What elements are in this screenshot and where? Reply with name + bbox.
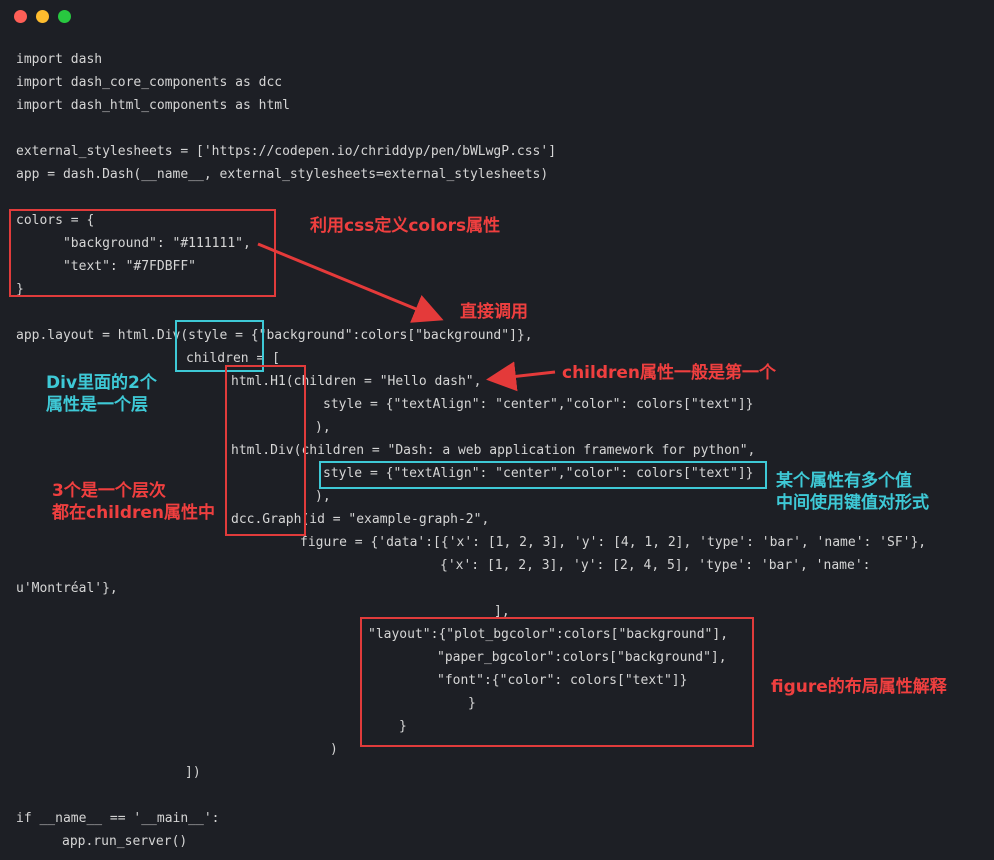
annotation-multi-values: 某个属性有多个值 中间使用键值对形式: [776, 471, 929, 513]
annotation-three-levels: 3个是一个层次 都在children属性中: [52, 481, 216, 523]
annotation-children-first: children属性一般是第一个: [562, 363, 777, 383]
annotation-div-two-attrs: Div里面的2个 属性是一个层: [46, 373, 157, 415]
arrow-to-children: [486, 361, 556, 392]
annotation-css-colors: 利用css定义colors属性: [310, 216, 501, 236]
arrow-to-direct-call: [257, 242, 444, 323]
annotation-figure-layout: figure的布局属性解释: [771, 677, 947, 697]
annotation-direct-call: 直接调用: [460, 302, 528, 322]
code-screenshot-window: import dash import dash_core_components …: [0, 0, 994, 860]
annotation-arrows: [257, 242, 556, 392]
